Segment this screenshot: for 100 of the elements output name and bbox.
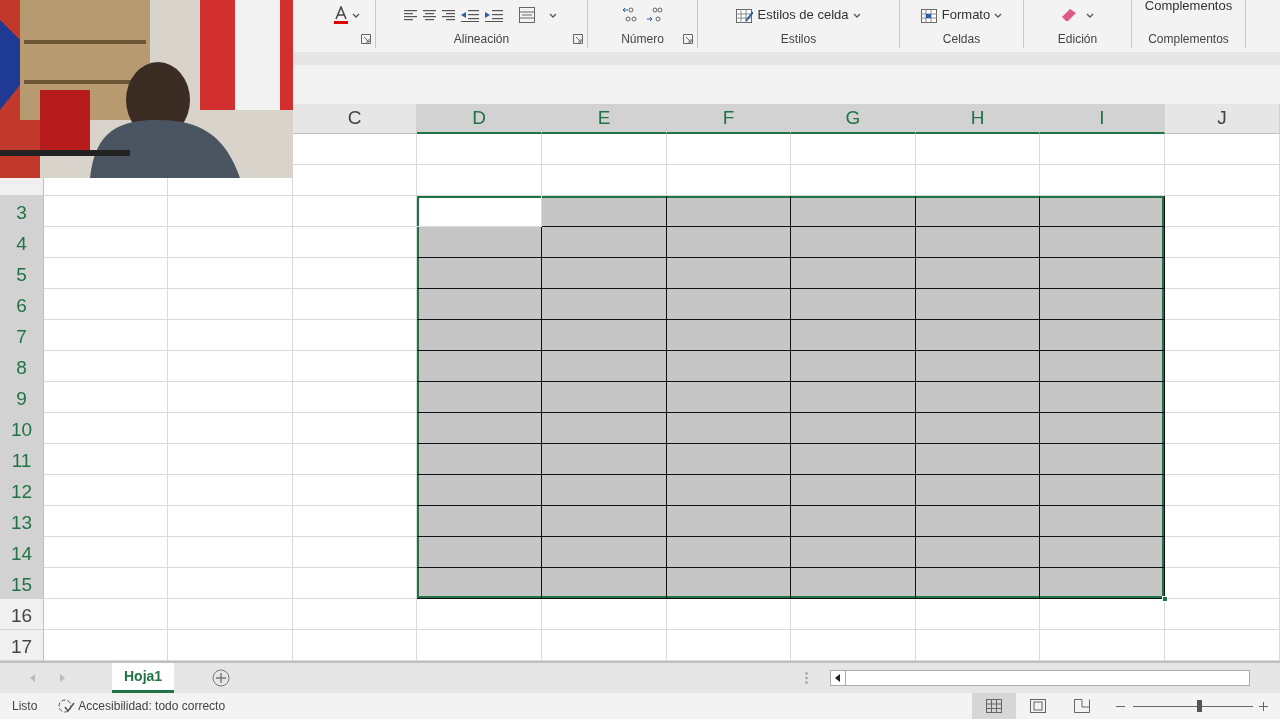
selected-cell[interactable] <box>542 506 667 537</box>
grid-cell[interactable] <box>417 134 542 165</box>
format-button[interactable]: Formato <box>918 5 1005 25</box>
grid-cell[interactable] <box>1165 537 1280 568</box>
grid-cell[interactable] <box>791 599 916 630</box>
selected-cell[interactable] <box>1040 413 1165 444</box>
grid-cell[interactable] <box>293 165 417 196</box>
row-header[interactable]: 14 <box>0 537 44 568</box>
row-header[interactable]: 9 <box>0 382 44 413</box>
grid-cell[interactable] <box>1165 444 1280 475</box>
add-ins-button[interactable]: Complementos <box>1142 0 1235 16</box>
zoom-in-icon[interactable] <box>1259 701 1268 711</box>
row-header[interactable]: 16 <box>0 599 44 630</box>
row-header[interactable]: 11 <box>0 444 44 475</box>
selected-cell[interactable] <box>542 227 667 258</box>
dialog-launcher-icon[interactable] <box>683 34 693 44</box>
selected-cell[interactable] <box>667 568 791 599</box>
increase-indent-icon[interactable] <box>485 8 503 22</box>
grid-cell[interactable] <box>168 413 293 444</box>
align-left-icon[interactable] <box>404 8 417 22</box>
grid-cell[interactable] <box>168 537 293 568</box>
selected-cell[interactable] <box>667 320 791 351</box>
column-header[interactable]: E <box>542 104 667 134</box>
selected-cell[interactable] <box>916 227 1040 258</box>
grid-cell[interactable] <box>293 599 417 630</box>
selected-cell[interactable] <box>417 289 542 320</box>
grid-cell[interactable] <box>168 351 293 382</box>
selected-cell[interactable] <box>417 382 542 413</box>
grid-cell[interactable] <box>1165 165 1280 196</box>
grid-cell[interactable] <box>1165 599 1280 630</box>
selected-cell[interactable] <box>417 506 542 537</box>
selected-cell[interactable] <box>791 320 916 351</box>
grid-cell[interactable] <box>293 196 417 227</box>
grid-cell[interactable] <box>44 382 168 413</box>
grid-cell[interactable] <box>791 134 916 165</box>
selected-cell[interactable] <box>791 475 916 506</box>
selected-cell[interactable] <box>542 258 667 289</box>
row-header[interactable]: 3 <box>0 196 44 227</box>
column-header[interactable]: C <box>293 104 417 134</box>
selected-cell[interactable] <box>667 506 791 537</box>
grid-cell[interactable] <box>168 568 293 599</box>
column-header[interactable]: F <box>667 104 791 134</box>
align-right-icon[interactable] <box>442 8 455 22</box>
selected-cell[interactable] <box>1040 568 1165 599</box>
horizontal-scrollbar[interactable] <box>830 670 1251 686</box>
selected-cell[interactable] <box>542 320 667 351</box>
grid-cell[interactable] <box>1165 382 1280 413</box>
selected-cell[interactable] <box>542 537 667 568</box>
selected-cell[interactable] <box>916 382 1040 413</box>
grid-cell[interactable] <box>44 413 168 444</box>
selected-cell[interactable] <box>667 382 791 413</box>
selected-cell[interactable] <box>791 537 916 568</box>
grid-cell[interactable] <box>1165 568 1280 599</box>
selected-cell[interactable] <box>542 196 667 227</box>
selected-cell[interactable] <box>417 227 542 258</box>
grid-cell[interactable] <box>1040 599 1165 630</box>
active-cell[interactable] <box>417 196 542 227</box>
row-header[interactable]: 17 <box>0 630 44 661</box>
align-center-icon[interactable] <box>423 8 436 22</box>
selected-cell[interactable] <box>667 196 791 227</box>
selected-cell[interactable] <box>667 475 791 506</box>
grid-cell[interactable] <box>542 599 667 630</box>
row-header[interactable]: 8 <box>0 351 44 382</box>
selected-cell[interactable] <box>667 351 791 382</box>
selected-cell[interactable] <box>542 475 667 506</box>
grid-cell[interactable] <box>916 134 1040 165</box>
selected-cell[interactable] <box>667 413 791 444</box>
selected-cell[interactable] <box>667 227 791 258</box>
grid-cell[interactable] <box>168 289 293 320</box>
selected-cell[interactable] <box>542 444 667 475</box>
grid-cell[interactable] <box>44 289 168 320</box>
grid-cell[interactable] <box>1165 506 1280 537</box>
grid-cell[interactable] <box>44 320 168 351</box>
column-header[interactable]: H <box>916 104 1040 134</box>
selected-cell[interactable] <box>791 227 916 258</box>
grid-cell[interactable] <box>168 227 293 258</box>
selected-cell[interactable] <box>1040 506 1165 537</box>
selected-cell[interactable] <box>417 351 542 382</box>
grid-cell[interactable] <box>1165 320 1280 351</box>
grid-cell[interactable] <box>1165 475 1280 506</box>
grid-cell[interactable] <box>168 599 293 630</box>
grid-cell[interactable] <box>1165 134 1280 165</box>
selected-cell[interactable] <box>916 506 1040 537</box>
grid-cell[interactable] <box>168 506 293 537</box>
selected-cell[interactable] <box>916 413 1040 444</box>
selected-cell[interactable] <box>1040 196 1165 227</box>
selected-cell[interactable] <box>542 382 667 413</box>
selected-cell[interactable] <box>916 537 1040 568</box>
selected-cell[interactable] <box>542 568 667 599</box>
selected-cell[interactable] <box>791 444 916 475</box>
selected-cell[interactable] <box>1040 227 1165 258</box>
row-header[interactable] <box>0 178 44 196</box>
selected-cell[interactable] <box>1040 258 1165 289</box>
grid-cell[interactable] <box>667 134 791 165</box>
selected-cell[interactable] <box>791 258 916 289</box>
row-header[interactable]: 7 <box>0 320 44 351</box>
grid-cell[interactable] <box>168 320 293 351</box>
selected-cell[interactable] <box>1040 475 1165 506</box>
selected-cell[interactable] <box>791 351 916 382</box>
grid-cell[interactable] <box>168 258 293 289</box>
